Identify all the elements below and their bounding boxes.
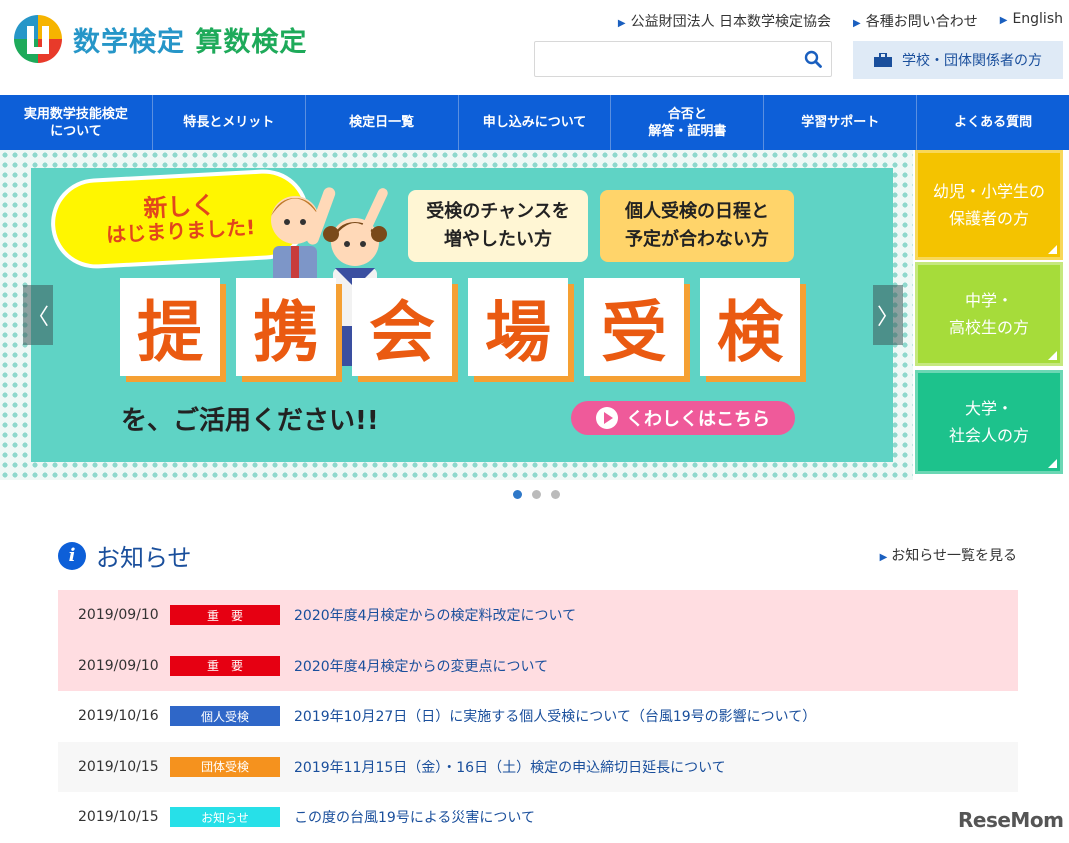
news-link[interactable]: 2020年度4月検定からの変更点について — [294, 656, 548, 676]
arrow-right-icon: ▶ — [879, 552, 888, 563]
audience-label: 幼児・小学生の 保護者の方 — [932, 182, 1045, 228]
news-list: 2019/09/10 重 要 2020年度4月検定からの検定料改定について 20… — [58, 590, 1018, 843]
nav-item-results[interactable]: 合否と 解答・証明書 — [611, 95, 765, 150]
info-icon: i — [58, 541, 86, 570]
hero-carousel: 新しく はじまりました! 受検のチャンスを 増やしたい方 個人受検の日程と 予定… — [0, 150, 913, 480]
arrow-right-icon: ▶ — [617, 18, 626, 29]
search-box — [534, 41, 832, 77]
nav-item-about[interactable]: 実用数学技能検定 について — [0, 95, 153, 150]
logo-text: 数学検定 算数検定 — [73, 20, 307, 59]
news-link[interactable]: 2020年度4月検定からの検定料改定について — [294, 605, 576, 625]
badge-personal: 個人受検 — [170, 706, 280, 727]
carousel-dot[interactable] — [551, 490, 560, 499]
banner-tagline: を、ご活用ください!! — [121, 406, 379, 436]
carousel-dot[interactable] — [532, 490, 541, 499]
top-link-label: English — [1012, 11, 1063, 27]
carousel-prev-button[interactable]: 〈 — [23, 285, 53, 345]
nav-item-merits[interactable]: 特長とメリット — [153, 95, 306, 150]
details-button-label: くわしくはこちら — [626, 409, 770, 430]
news-link[interactable]: 2019年11月15日（金）・16日（土）検定の申込締切日延長について — [294, 757, 726, 777]
school-button-label: 学校・団体関係者の方 — [902, 53, 1042, 69]
news-item[interactable]: 2019/10/16 個人受検 2019年10月27日（日）に実施する個人受検に… — [58, 691, 1018, 742]
briefcase-icon — [874, 53, 892, 67]
news-more-label: お知らせ一覧を見る — [891, 548, 1017, 564]
logo-text-sansu: 算数検定 — [195, 26, 308, 58]
news-date: 2019/10/16 — [78, 708, 159, 725]
corner-triangle-icon — [1048, 245, 1057, 254]
arrow-right-icon: ▶ — [853, 18, 861, 29]
nav-item-application[interactable]: 申し込みについて — [459, 95, 612, 150]
play-icon — [596, 407, 618, 429]
news-date: 2019/10/15 — [78, 758, 159, 775]
badge-important: 重 要 — [170, 605, 280, 626]
tag-schedule-mismatch: 個人受検の日程と 予定が合わない方 — [600, 190, 794, 262]
watermark-logo: ReseMom — [958, 808, 1064, 832]
search-input[interactable] — [535, 42, 785, 76]
global-nav: 実用数学技能検定 について 特長とメリット 検定日一覧 申し込みについて 合否と… — [0, 95, 1069, 150]
news-more-link[interactable]: ▶ お知らせ一覧を見る — [880, 545, 1017, 565]
search-icon[interactable] — [804, 50, 822, 68]
audience-menu: 幼児・小学生の 保護者の方 中学・ 高校生の方 大学・ 社会人の方 — [913, 150, 1069, 474]
logo-mark-icon — [14, 15, 62, 63]
audience-adults-button[interactable]: 大学・ 社会人の方 — [915, 370, 1063, 474]
badge-important: 重 要 — [170, 655, 280, 676]
corner-triangle-icon — [1048, 351, 1057, 360]
top-links: ▶ 公益財団法人 日本数学検定協会 ▶ 各種お問い合わせ ▶ English — [618, 11, 1063, 31]
audience-label: 中学・ 高校生の方 — [948, 291, 1029, 337]
news-date: 2019/09/10 — [78, 607, 159, 624]
tag-more-chances: 受検のチャンスを 増やしたい方 — [408, 190, 588, 262]
news-item[interactable]: 2019/09/10 重 要 2020年度4月検定からの検定料改定について — [58, 590, 1018, 641]
news-link[interactable]: 2019年10月27日（日）に実施する個人受検について（台風19号の影響について… — [294, 706, 816, 726]
news-title: お知らせ — [96, 544, 192, 572]
nav-item-faq[interactable]: よくある質問 — [917, 95, 1069, 150]
audience-label: 大学・ 社会人の方 — [948, 399, 1029, 445]
news-header: i お知らせ — [58, 538, 192, 573]
news-item[interactable]: 2019/10/15 お知らせ この度の台風19号による災害について — [58, 792, 1018, 843]
bubble-line2: はじまりました! — [105, 215, 256, 247]
headline-char: 受 — [584, 278, 684, 376]
news-item[interactable]: 2019/10/15 団体受検 2019年11月15日（金）・16日（土）検定の… — [58, 741, 1018, 792]
carousel-dot[interactable] — [513, 490, 522, 499]
carousel-dots — [513, 490, 560, 499]
hero-banner[interactable]: 新しく はじまりました! 受検のチャンスを 増やしたい方 個人受検の日程と 予定… — [31, 168, 893, 462]
news-date: 2019/10/15 — [78, 809, 159, 826]
carousel-next-button[interactable]: 〉 — [873, 285, 903, 345]
headline-char: 検 — [700, 278, 800, 376]
top-link-label: 公益財団法人 日本数学検定協会 — [630, 14, 832, 30]
audience-parents-button[interactable]: 幼児・小学生の 保護者の方 — [915, 150, 1063, 260]
nav-item-schedule[interactable]: 検定日一覧 — [306, 95, 459, 150]
badge-group: 団体受検 — [170, 756, 280, 777]
school-group-button[interactable]: 学校・団体関係者の方 — [853, 41, 1063, 79]
corner-triangle-icon — [1048, 459, 1057, 468]
site-header: 数学検定 算数検定 ▶ 公益財団法人 日本数学検定協会 ▶ 各種お問い合わせ ▶ En… — [0, 0, 1069, 95]
top-link-contact[interactable]: ▶ 各種お問い合わせ — [853, 11, 978, 31]
headline-char: 場 — [468, 278, 568, 376]
top-link-label: 各種お問い合わせ — [865, 14, 978, 30]
details-button[interactable]: くわしくはこちら — [571, 401, 795, 435]
news-link[interactable]: この度の台風19号による災害について — [294, 807, 535, 827]
news-item[interactable]: 2019/09/10 重 要 2020年度4月検定からの変更点について — [58, 640, 1018, 691]
arrow-right-icon: ▶ — [999, 15, 1008, 26]
top-link-foundation[interactable]: ▶ 公益財団法人 日本数学検定協会 — [618, 11, 831, 31]
news-date: 2019/09/10 — [78, 657, 159, 674]
headline-char: 携 — [236, 278, 336, 376]
headline-char: 提 — [120, 278, 220, 376]
audience-students-button[interactable]: 中学・ 高校生の方 — [915, 262, 1063, 366]
top-link-english[interactable]: ▶ English — [1000, 11, 1063, 31]
logo-text-sugaku: 数学検定 — [73, 26, 185, 58]
badge-notice: お知らせ — [170, 807, 280, 828]
headline-chars: 提 携 会 場 受 検 — [120, 278, 800, 376]
nav-item-support[interactable]: 学習サポート — [764, 95, 918, 150]
site-logo[interactable]: 数学検定 算数検定 — [13, 14, 307, 64]
headline-char: 会 — [352, 278, 452, 376]
